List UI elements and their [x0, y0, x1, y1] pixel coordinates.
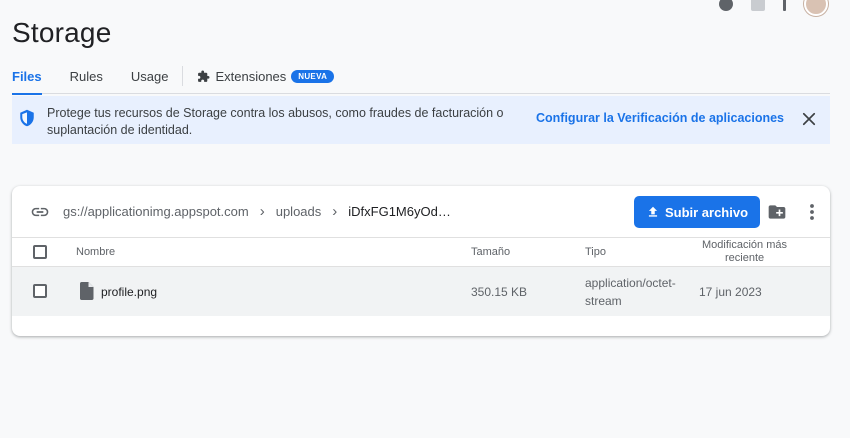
- tab-usage[interactable]: Usage: [131, 64, 169, 94]
- column-modified[interactable]: Modificación más: [702, 239, 787, 251]
- select-all-checkbox[interactable]: [33, 245, 47, 259]
- file-type: application/octet-: [585, 276, 676, 290]
- more-vert-icon[interactable]: [783, 0, 786, 11]
- puzzle-icon: [198, 70, 210, 82]
- file-icon: [80, 282, 94, 300]
- page-title: Storage: [12, 17, 112, 48]
- new-badge: NUEVA: [291, 70, 335, 83]
- tab-extensions[interactable]: Extensiones NUEVA: [197, 64, 335, 94]
- notifications-icon[interactable]: [751, 0, 765, 11]
- file-type-line2: stream: [585, 294, 622, 308]
- shield-icon: [20, 109, 34, 127]
- file-browser-card: gs://applicationimg.appspot.com › upload…: [12, 186, 830, 336]
- breadcrumb-current-folder[interactable]: iDfxFG1M6yOd…: [348, 204, 451, 219]
- upload-file-button[interactable]: Subir archivo: [634, 196, 760, 228]
- avatar[interactable]: [804, 0, 828, 16]
- column-name[interactable]: Nombre: [76, 246, 115, 258]
- file-modified: 17 jun 2023: [699, 285, 762, 299]
- file-browser-header: gs://applicationimg.appspot.com › upload…: [12, 186, 830, 238]
- help-icon[interactable]: [719, 0, 733, 11]
- table-header: Nombre Tamaño Tipo Modificación más reci…: [12, 238, 830, 267]
- column-size[interactable]: Tamaño: [471, 246, 510, 258]
- breadcrumb-uploads[interactable]: uploads: [276, 204, 322, 219]
- chevron-right-icon: ›: [332, 203, 338, 220]
- table-row[interactable]: profile.png 350.15 KB application/octet-…: [12, 267, 830, 316]
- close-icon[interactable]: [800, 110, 818, 128]
- breadcrumb: gs://applicationimg.appspot.com › upload…: [63, 204, 451, 219]
- tab-extensions-label: Extensiones: [215, 69, 287, 84]
- create-folder-icon[interactable]: [767, 202, 787, 222]
- tab-rules[interactable]: Rules: [70, 64, 103, 94]
- configure-app-check-link[interactable]: Configurar la Verificación de aplicacion…: [536, 111, 784, 125]
- column-modified-line2: reciente: [725, 252, 765, 264]
- file-name[interactable]: profile.png: [101, 285, 157, 299]
- chevron-right-icon: ›: [259, 203, 265, 220]
- app-check-banner: Protege tus recursos de Storage contra l…: [12, 96, 830, 144]
- file-size: 350.15 KB: [471, 285, 528, 299]
- banner-text: Protege tus recursos de Storage contra l…: [47, 106, 504, 137]
- tab-divider: [182, 66, 184, 86]
- top-toolbar: [719, 0, 828, 16]
- tab-files[interactable]: Files: [12, 64, 42, 95]
- more-vert-icon[interactable]: [809, 202, 815, 222]
- breadcrumb-bucket[interactable]: gs://applicationimg.appspot.com: [63, 204, 249, 219]
- tab-bar: Files Rules Usage Extensiones NUEVA: [12, 64, 830, 95]
- upload-icon: [648, 206, 658, 217]
- upload-file-label: Subir archivo: [664, 204, 749, 220]
- link-icon[interactable]: [30, 202, 50, 222]
- row-checkbox[interactable]: [33, 284, 47, 298]
- column-type[interactable]: Tipo: [585, 246, 606, 258]
